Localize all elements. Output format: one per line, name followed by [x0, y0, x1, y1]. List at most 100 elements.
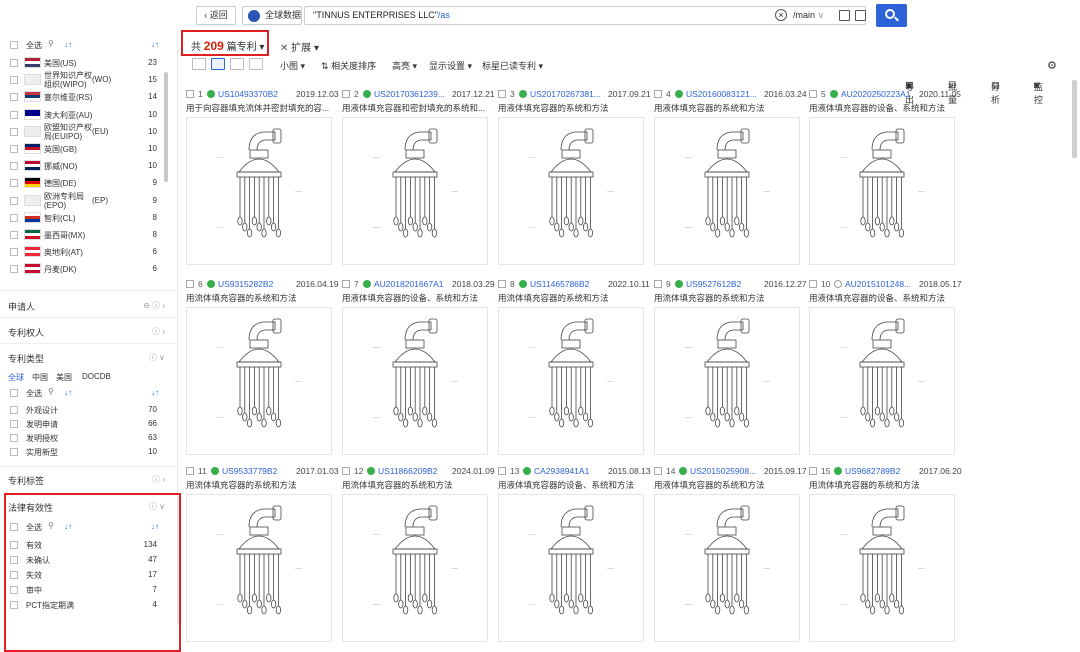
card-checkbox[interactable]: [342, 90, 350, 98]
result-count[interactable]: 共 209 篇专利 ▾: [191, 38, 264, 53]
patent-card[interactable]: 15 US9682789B2 2017.06.20 用流体填充容器的系统和方法 —— ——…: [809, 466, 962, 646]
select-all-checkbox[interactable]: [10, 389, 18, 397]
patent-card[interactable]: 2 US20170361239... 2017.12.21 用液体填充容器和密封填充的…: [342, 89, 495, 269]
grid-view-icon[interactable]: [211, 58, 225, 70]
country-checkbox[interactable]: [10, 145, 18, 153]
legal-checkbox[interactable]: [10, 556, 18, 564]
patent-drawing-thumbnail[interactable]: —— —— ——: [342, 307, 488, 455]
patent-card[interactable]: 4 US20160083121... 2016.03.24 用液体填充容器的系统和方法…: [654, 89, 807, 269]
sort-count-icon[interactable]: ↓↑: [151, 522, 159, 531]
country-checkbox[interactable]: [10, 59, 18, 67]
patent-number-link[interactable]: US9533779B2: [222, 466, 277, 476]
card-checkbox[interactable]: [498, 467, 506, 475]
display-settings-dropdown[interactable]: 显示设置 ▾: [429, 59, 472, 72]
patent-number-link[interactable]: US9315282B2: [218, 279, 273, 289]
patent-number-link[interactable]: US20170267381...: [530, 89, 601, 99]
patent-drawing-thumbnail[interactable]: —— —— ——: [186, 307, 332, 455]
patent-card[interactable]: 9 US9527612B2 2016.12.27 用流体填充容器的系统和方法 —— —— —…: [654, 279, 807, 459]
gear-icon[interactable]: ⚙: [1047, 59, 1057, 72]
patent-number-link[interactable]: US9682789B2: [845, 466, 900, 476]
patent-number-link[interactable]: AU2015101248...: [845, 279, 911, 289]
card-checkbox[interactable]: [498, 90, 506, 98]
patent-card[interactable]: 13 CA2938941A1 2015.08.13 用液体填充容器的设备、系统和方法 —…: [498, 466, 651, 646]
type-checkbox[interactable]: [10, 406, 18, 414]
country-checkbox[interactable]: [10, 265, 18, 274]
country-checkbox[interactable]: [10, 76, 18, 85]
sort-icon[interactable]: ↓↑: [64, 388, 72, 397]
sort-dropdown[interactable]: ⇅ 相关度排序: [321, 59, 376, 72]
patent-drawing-thumbnail[interactable]: —— —— ——: [342, 117, 488, 265]
section-patent-tags[interactable]: 专利标签: [8, 474, 44, 487]
patent-title[interactable]: 用流体填充容器的系统和方法: [186, 292, 336, 304]
patent-drawing-thumbnail[interactable]: —— —— ——: [809, 307, 955, 455]
sort-icon[interactable]: ↓↑: [64, 522, 72, 531]
type-checkbox[interactable]: [10, 434, 18, 442]
patent-number-link[interactable]: US10493370B2: [218, 89, 278, 99]
patent-card[interactable]: 5 AU2020250223A1 2020.11.05 用液体填充容器的设备、系统和方…: [809, 89, 961, 269]
tab-china[interactable]: 中国: [32, 372, 48, 383]
view-size-dropdown[interactable]: 小图 ▾: [280, 59, 305, 72]
section-applicant-controls[interactable]: ⊖ ⓘ ›: [143, 300, 165, 311]
patent-drawing-thumbnail[interactable]: —— —— ——: [654, 117, 800, 265]
country-checkbox[interactable]: [10, 162, 18, 171]
patent-number-link[interactable]: AU2018201667A1: [374, 279, 443, 289]
patent-card[interactable]: 7 AU2018201667A1 2018.03.29 用液体填充容器的设备、系统和方…: [342, 279, 495, 459]
patent-number-link[interactable]: US11866209B2: [378, 466, 437, 476]
type-checkbox[interactable]: [10, 420, 18, 428]
patent-card[interactable]: 12 US11866209B2 2024.01.09 用流体填充容器的系统和方法 —— —…: [342, 466, 495, 646]
section-applicant[interactable]: 申请人: [8, 300, 35, 313]
patent-card[interactable]: 8 US11465786B2 2022.10.11 用流体填充容器的系统和方法 —— ——…: [498, 279, 650, 459]
patent-title[interactable]: 用液体填充容器的系统和方法: [498, 102, 648, 114]
patent-number-link[interactable]: US9527612B2: [686, 279, 741, 289]
patent-drawing-thumbnail[interactable]: —— —— ——: [498, 494, 644, 642]
patent-title[interactable]: 用流体填充容器的系统和方法: [186, 479, 336, 491]
patent-title[interactable]: 用液体填充容器的系统和方法: [654, 479, 804, 491]
field-select[interactable]: /main ∨: [793, 7, 824, 24]
patent-card[interactable]: 3 US20170267381... 2017.09.21 用液体填充容器的系统和方法…: [498, 89, 651, 269]
country-checkbox[interactable]: [10, 231, 18, 239]
expand-dropdown[interactable]: ✕ 扩展 ▾: [280, 39, 319, 54]
patent-title[interactable]: 用液体填充容器的设备、系统和方法: [809, 292, 959, 304]
tab-usa[interactable]: 美国: [56, 372, 72, 383]
patent-drawing-thumbnail[interactable]: —— —— ——: [809, 117, 955, 265]
legal-checkbox[interactable]: [10, 571, 18, 579]
card-checkbox[interactable]: [654, 280, 662, 288]
patent-number-link[interactable]: AU2020250223A1: [841, 89, 910, 99]
sort-icon[interactable]: ↓↑: [64, 40, 72, 49]
highlight-dropdown[interactable]: 高亮 ▾: [392, 59, 417, 72]
patent-title[interactable]: 用于向容器填充流体并密封填充的容...: [186, 102, 336, 114]
patent-number-link[interactable]: US11465786B2: [530, 279, 589, 289]
back-button[interactable]: ‹ 返回: [196, 6, 236, 25]
section-patent-type-controls[interactable]: ⓘ ∨: [149, 352, 165, 363]
patent-title[interactable]: 用流体填充容器的系统和方法: [498, 292, 648, 304]
image-view-icon[interactable]: [230, 58, 244, 70]
country-checkbox[interactable]: [10, 248, 18, 257]
patent-number-link[interactable]: US2015025908...: [690, 466, 756, 476]
patent-title[interactable]: 用流体填充容器的系统和方法: [342, 479, 492, 491]
legal-checkbox[interactable]: [10, 541, 18, 549]
section-patent-tags-controls[interactable]: ⓘ ›: [152, 474, 165, 485]
search-input[interactable]: "TINNUS ENTERPRISES LLC"/as × /main ∨: [304, 6, 866, 25]
select-all-checkbox[interactable]: [10, 41, 18, 49]
section-patentee-controls[interactable]: ⓘ ›: [152, 326, 165, 337]
country-checkbox[interactable]: [10, 110, 18, 119]
country-checkbox[interactable]: [10, 179, 18, 188]
type-checkbox[interactable]: [10, 448, 18, 456]
patent-title[interactable]: 用流体填充容器的系统和方法: [809, 479, 959, 491]
read-patents-dropdown[interactable]: 标星已读专利 ▾: [482, 59, 543, 72]
patent-drawing-thumbnail[interactable]: —— —— ——: [186, 117, 332, 265]
card-checkbox[interactable]: [654, 467, 662, 475]
sort-count-icon[interactable]: ↓↑: [151, 40, 159, 49]
legal-checkbox[interactable]: [10, 586, 18, 594]
patent-number-link[interactable]: CA2938941A1: [534, 466, 589, 476]
clipboard-icon[interactable]: [855, 10, 866, 21]
country-checkbox[interactable]: [10, 196, 18, 205]
sidebar-scrollbar[interactable]: [164, 72, 168, 182]
patent-number-link[interactable]: US20170361239...: [374, 89, 445, 99]
patent-title[interactable]: 用液体填充容器和密封填充的系统和...: [342, 102, 492, 114]
patent-title[interactable]: 用液体填充容器的设备、系统和方法: [498, 479, 648, 491]
country-checkbox[interactable]: [10, 93, 18, 102]
section-legal-status[interactable]: 法律有效性: [8, 501, 53, 514]
section-patentee[interactable]: 专利权人: [8, 326, 44, 339]
data-scope-button[interactable]: 全球数据: [242, 6, 302, 25]
